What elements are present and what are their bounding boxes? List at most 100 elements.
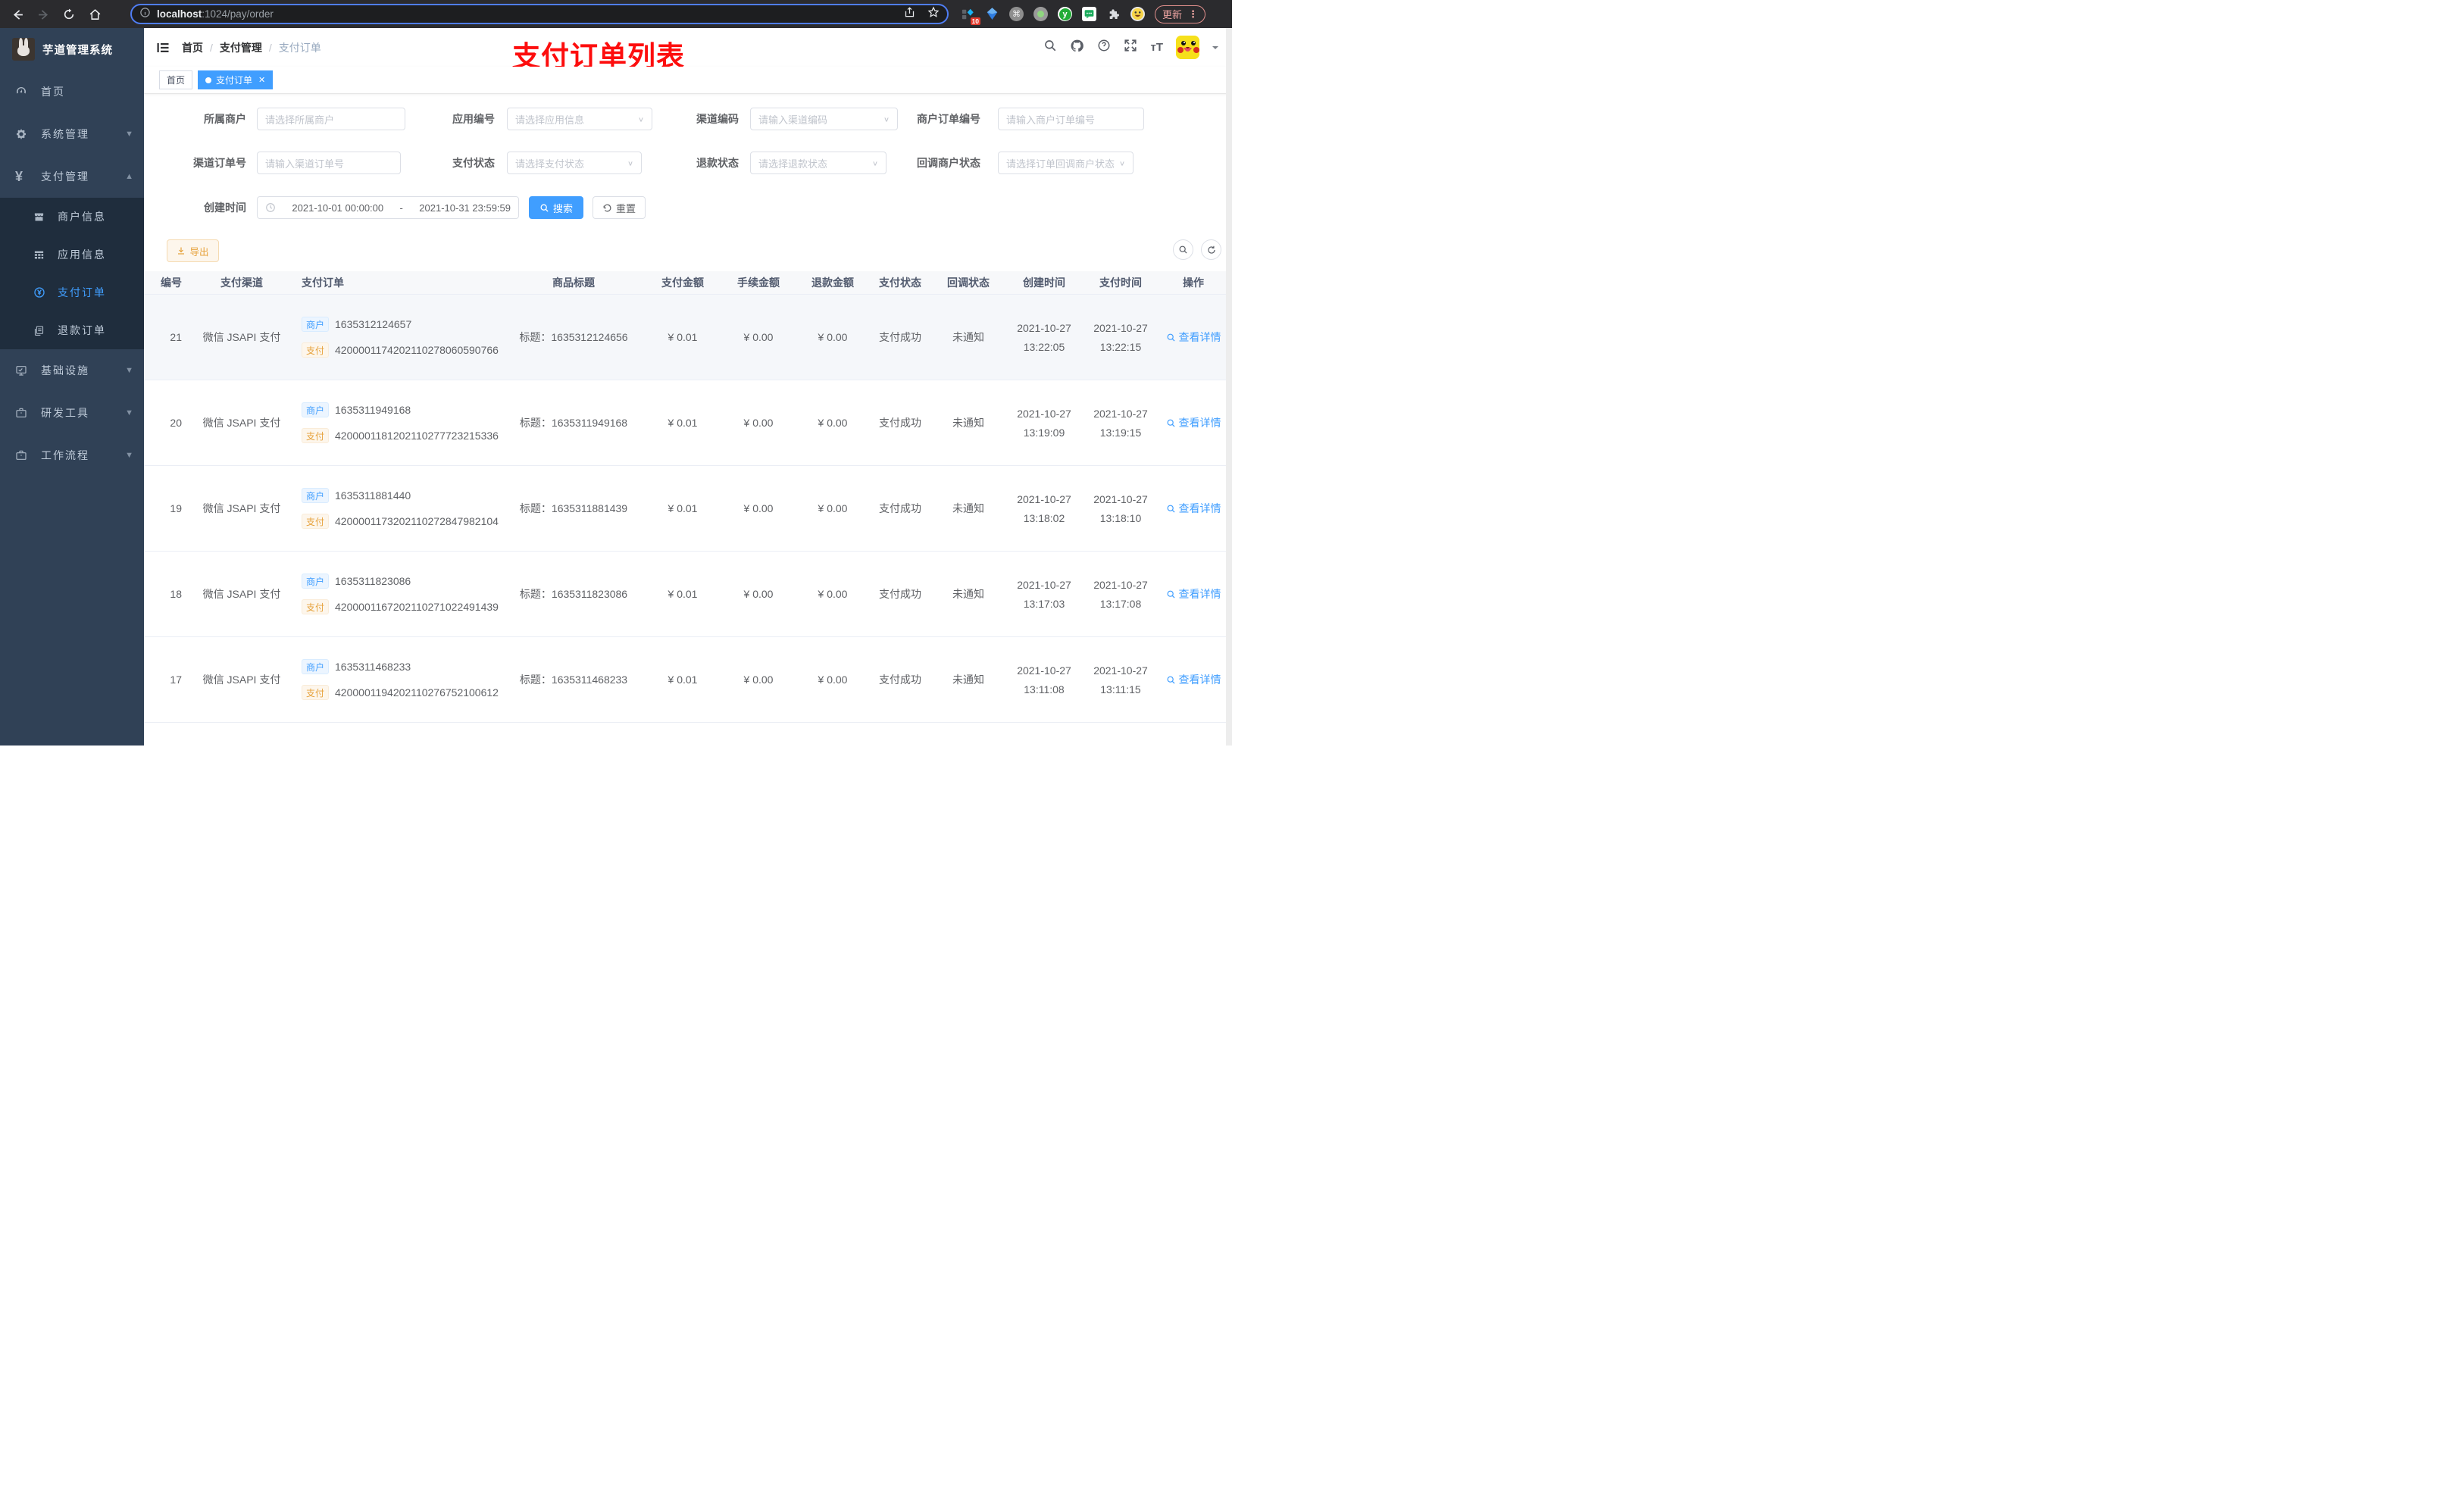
- cell-refund: ¥ 0.00: [818, 674, 848, 686]
- sidebar-item-home[interactable]: 首页: [0, 70, 144, 113]
- search-button[interactable]: 搜索: [529, 196, 583, 219]
- gear-icon: [15, 128, 33, 140]
- sidebar-item-refund-order[interactable]: 退款订单: [0, 311, 144, 349]
- bookmark-star-icon[interactable]: [927, 6, 940, 22]
- date-end-value[interactable]: 2021-10-31 23:59:59: [419, 202, 511, 214]
- table-row[interactable]: 20 微信 JSAPI 支付 商户 1635311949168 支付 4200001…: [144, 380, 1232, 466]
- breadcrumb-home[interactable]: 首页: [182, 40, 203, 55]
- cell-channel: 微信 JSAPI 支付: [202, 674, 281, 686]
- toggle-search-button[interactable]: [1173, 239, 1193, 260]
- close-icon[interactable]: ✕: [258, 75, 265, 85]
- sidebar-fold-icon[interactable]: [156, 41, 170, 55]
- browser-menu-kebab-icon[interactable]: ⋮: [1188, 8, 1198, 20]
- notify-status-filter-select[interactable]: 请选择订单回调商户状态 ∨: [998, 152, 1134, 174]
- merchant-tag: 商户: [302, 574, 330, 589]
- refund-status-filter-label: 退款状态: [696, 157, 739, 169]
- profile-emoji-icon[interactable]: [1130, 7, 1145, 21]
- table-row[interactable]: 21 微信 JSAPI 支付 商户 1635312124657 支付 4200001…: [144, 295, 1232, 380]
- extension-y-icon[interactable]: y: [1058, 7, 1072, 21]
- extension-diamond-icon[interactable]: 10: [961, 7, 980, 25]
- extension-chat-icon[interactable]: [1082, 7, 1096, 21]
- sidebar-item-app-info[interactable]: 应用信息: [0, 236, 144, 274]
- user-avatar[interactable]: [1176, 36, 1199, 59]
- cell-amount: ¥ 0.01: [668, 331, 698, 343]
- browser-update-button[interactable]: 更新 ⋮: [1155, 5, 1206, 23]
- table-row[interactable]: 18 微信 JSAPI 支付 商户 1635311823086 支付 4200001…: [144, 552, 1232, 637]
- view-detail-link[interactable]: 查看详情: [1166, 501, 1221, 516]
- export-button[interactable]: 导出: [167, 239, 219, 262]
- address-bar[interactable]: localhost:1024/pay/order: [130, 4, 949, 24]
- avatar-caret-icon[interactable]: [1212, 45, 1218, 52]
- extension-command-icon[interactable]: ⌘: [1009, 7, 1024, 21]
- sidebar-item-merchant-info[interactable]: 商户信息: [0, 198, 144, 236]
- cell-fee: ¥ 0.00: [743, 588, 774, 600]
- site-info-icon[interactable]: [139, 7, 151, 22]
- yen-circle-icon: [33, 286, 50, 299]
- sidebar-item-pay-order[interactable]: 支付订单: [0, 274, 144, 311]
- browser-home-icon[interactable]: [82, 7, 108, 22]
- pay-status-filter-select[interactable]: 请选择支付状态 ∨: [507, 152, 642, 174]
- cell-channel: 微信 JSAPI 支付: [202, 417, 281, 429]
- table-row[interactable]: 19 微信 JSAPI 支付 商户 1635311881440 支付 4200001…: [144, 466, 1232, 552]
- sidebar-item-pay[interactable]: ¥ 支付管理 ▲: [0, 155, 144, 198]
- table-row[interactable]: 17 微信 JSAPI 支付 商户 1635311468233 支付 4200001…: [144, 637, 1232, 723]
- view-detail-link[interactable]: 查看详情: [1166, 415, 1221, 430]
- col-action: 操作: [1183, 277, 1204, 289]
- navbar-icons: тT: [1043, 28, 1218, 67]
- share-icon[interactable]: [904, 6, 915, 22]
- sidebar-item-devtools[interactable]: 研发工具 ▼: [0, 392, 144, 434]
- view-detail-link[interactable]: 查看详情: [1166, 672, 1221, 687]
- search-icon[interactable]: [1043, 39, 1057, 56]
- cell-title: 标题：1635311881439: [519, 502, 628, 514]
- sidebar-item-infra[interactable]: 基础设施 ▼: [0, 349, 144, 392]
- merchant-order-filter-input[interactable]: 请输入商户订单编号: [998, 108, 1144, 130]
- app-filter-select[interactable]: 请选择应用信息 ∨: [507, 108, 652, 130]
- browser-reload-icon[interactable]: [56, 7, 82, 22]
- merchant-tag: 商户: [302, 659, 330, 674]
- cell-pay-order: 商户1635311517136: [302, 723, 499, 746]
- cell-channel: 微信 JSAPI 支付: [202, 588, 281, 600]
- browser-forward-icon[interactable]: [30, 7, 56, 22]
- cell-refund: ¥ 0.00: [818, 331, 848, 343]
- sidebar-item-system[interactable]: 系统管理 ▼: [0, 113, 144, 155]
- cell-amount: ¥ 0.01: [668, 417, 698, 429]
- tag-home[interactable]: 首页: [159, 70, 193, 89]
- cell-fee: ¥ 0.00: [743, 417, 774, 429]
- view-detail-link[interactable]: 查看详情: [1166, 330, 1221, 345]
- date-separator: -: [399, 202, 403, 214]
- view-detail-link[interactable]: 查看详情: [1166, 586, 1221, 602]
- table-row-partial[interactable]: 商户1635311517136: [144, 723, 1232, 746]
- sidebar: 芋道管理系统 首页 系统管理 ▼ ¥ 支付管理 ▲ 商户信息 应用信息 支付订单…: [0, 28, 144, 746]
- pay-tag: 支付: [302, 514, 330, 529]
- extensions-puzzle-icon[interactable]: [1106, 7, 1121, 21]
- tag-pay-order[interactable]: 支付订单 ✕: [198, 70, 274, 89]
- refund-status-filter-select[interactable]: 请选择退款状态 ∨: [750, 152, 886, 174]
- cell-no: 17: [170, 674, 182, 686]
- scrollbar[interactable]: [1226, 28, 1232, 746]
- channel-order-filter-input[interactable]: 请输入渠道订单号: [257, 152, 401, 174]
- reset-button[interactable]: 重置: [593, 196, 646, 219]
- cell-status: 支付成功: [879, 588, 921, 600]
- sidebar-logo[interactable]: 芋道管理系统: [0, 28, 144, 70]
- font-size-icon[interactable]: тT: [1150, 41, 1163, 54]
- col-pay-order: 支付订单: [302, 277, 344, 289]
- fullscreen-icon[interactable]: [1124, 39, 1137, 56]
- github-icon[interactable]: [1070, 39, 1084, 57]
- refresh-button[interactable]: [1201, 239, 1221, 260]
- chevron-down-icon: ∨: [637, 115, 644, 123]
- sidebar-item-workflow[interactable]: 工作流程 ▼: [0, 434, 144, 477]
- col-paid: 支付时间: [1099, 277, 1142, 289]
- notify-status-filter-label: 回调商户状态: [917, 157, 980, 169]
- breadcrumb-pay[interactable]: 支付管理: [220, 40, 262, 55]
- date-start-value[interactable]: 2021-10-01 00:00:00: [292, 202, 383, 214]
- extension-kite-icon[interactable]: [985, 7, 999, 21]
- cell-notify: 未通知: [952, 417, 984, 429]
- extension-dot-icon[interactable]: [1033, 7, 1048, 21]
- browser-back-icon[interactable]: [5, 7, 30, 22]
- date-range-input[interactable]: 2021-10-01 00:00:00 - 2021-10-31 23:59:5…: [257, 196, 519, 219]
- grid-icon: [33, 249, 50, 261]
- cell-amount: ¥ 0.01: [668, 588, 698, 600]
- help-icon[interactable]: [1097, 39, 1111, 56]
- cell-title: 标题：1635311823086: [519, 588, 628, 600]
- merchant-filter-input[interactable]: 请选择所属商户: [257, 108, 405, 130]
